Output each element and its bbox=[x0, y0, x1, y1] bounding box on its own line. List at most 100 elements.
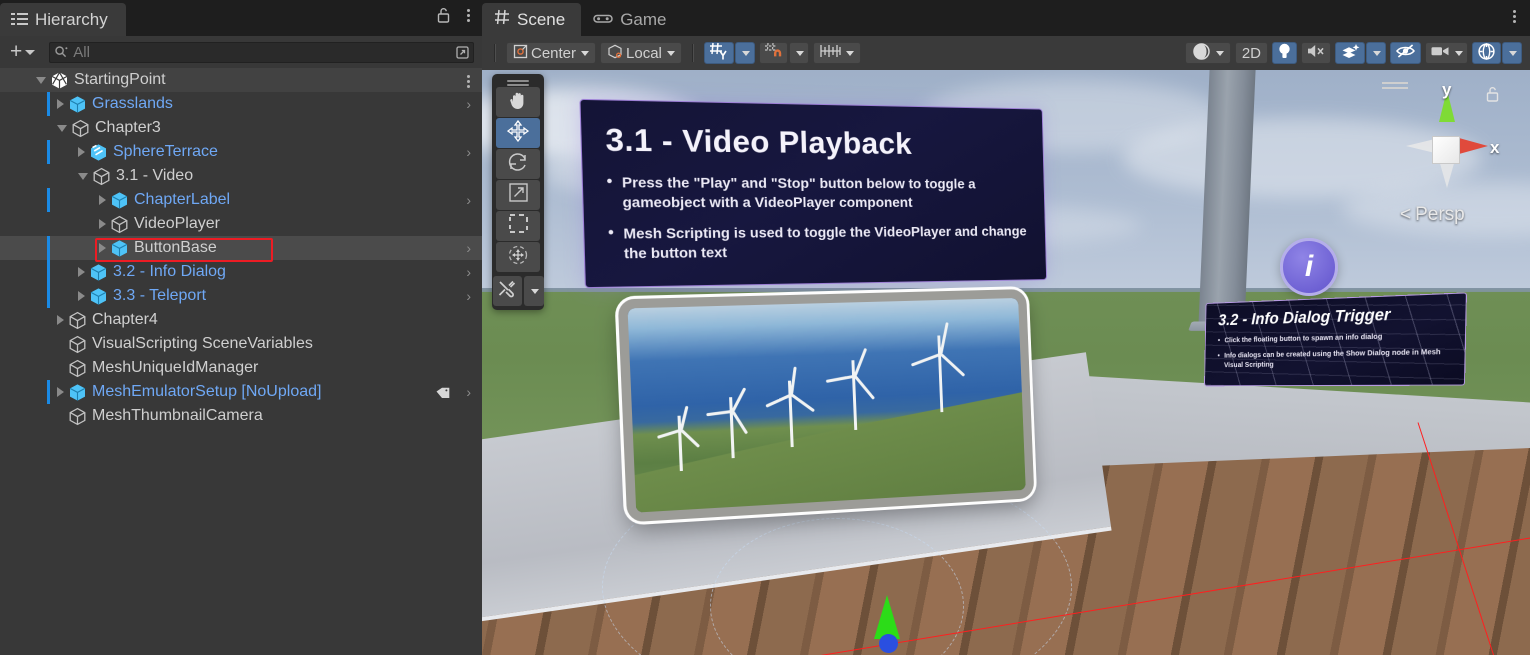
hierarchy-options-kebab-menu-icon[interactable] bbox=[463, 7, 474, 24]
chevron-right-icon[interactable] bbox=[99, 219, 106, 229]
open-prefab-chevron-right-icon[interactable]: › bbox=[466, 385, 471, 399]
hierarchy-depth-marker bbox=[47, 140, 50, 164]
increment-snapping-button[interactable] bbox=[759, 42, 788, 64]
hierarchy-row-grasslands[interactable]: Grasslands› bbox=[0, 92, 482, 116]
chevron-down-icon[interactable] bbox=[57, 125, 67, 132]
scene-orientation-gizmo[interactable]: y x < Persp bbox=[1376, 76, 1518, 226]
scene-gizmos-button[interactable] bbox=[1472, 42, 1501, 64]
hierarchy-row-3-2-info-dialog[interactable]: 3.2 - Info Dialog › bbox=[0, 260, 482, 284]
search-input[interactable]: All bbox=[49, 42, 474, 63]
open-prefab-chevron-right-icon[interactable]: › bbox=[466, 97, 471, 111]
gameobject-icon bbox=[68, 407, 87, 426]
scene-options-kebab-menu-icon[interactable] bbox=[1509, 8, 1520, 25]
unlocked-lock-icon[interactable] bbox=[436, 7, 451, 24]
scale-tool-button[interactable] bbox=[496, 180, 540, 210]
open-prefab-chevron-right-icon[interactable]: › bbox=[466, 145, 471, 159]
open-prefab-chevron-right-icon[interactable]: › bbox=[466, 289, 471, 303]
chevron-right-icon[interactable] bbox=[99, 243, 106, 253]
floating-info-button[interactable]: i bbox=[1280, 238, 1338, 296]
scene-tabbar: Scene Game bbox=[482, 0, 1530, 36]
chevron-right-icon[interactable] bbox=[57, 315, 64, 325]
hierarchy-row-meshthumbnailcamera[interactable]: MeshThumbnailCamera bbox=[0, 404, 482, 428]
drag-handle[interactable] bbox=[507, 80, 529, 82]
hierarchy-tabbar: Hierarchy bbox=[0, 0, 482, 36]
tab-scene[interactable]: Scene bbox=[482, 3, 581, 36]
hierarchy-row-videoplayer[interactable]: VideoPlayer bbox=[0, 212, 482, 236]
hierarchy-row-meshuniqueidmanager[interactable]: MeshUniqueIdManager bbox=[0, 356, 482, 380]
hierarchy-tree[interactable]: StartingPointGrasslands›Chapter3SphereTe… bbox=[0, 68, 482, 655]
move-tool-button[interactable] bbox=[496, 118, 540, 148]
handle-space-button[interactable]: Local bbox=[600, 42, 682, 64]
gizmo-center-cube[interactable] bbox=[1432, 136, 1460, 164]
grid-snapping-button[interactable] bbox=[704, 42, 734, 64]
chevron-down-icon[interactable] bbox=[36, 77, 46, 84]
scene-visibility-button[interactable] bbox=[1390, 42, 1421, 64]
shading-mode-button[interactable] bbox=[1185, 42, 1231, 64]
add-gameobject-button[interactable]: + bbox=[6, 42, 39, 62]
open-in-new-icon[interactable] bbox=[453, 44, 471, 61]
grid-size-button[interactable] bbox=[813, 42, 861, 64]
hierarchy-row-buttonbase[interactable]: ButtonBase› bbox=[0, 236, 482, 260]
info-panel-3-2-title: 3.2 - Info Dialog Trigger bbox=[1218, 303, 1455, 330]
chevron-right-icon[interactable] bbox=[57, 99, 64, 109]
grid-snapping-dropdown[interactable] bbox=[735, 42, 755, 64]
tab-game[interactable]: Game bbox=[581, 3, 682, 36]
chevron-right-icon[interactable] bbox=[78, 147, 85, 157]
transform-tool-button[interactable] bbox=[496, 242, 540, 272]
chevron-right-icon[interactable] bbox=[57, 387, 64, 397]
chevron-right-icon[interactable] bbox=[99, 195, 106, 205]
chevron-down-icon bbox=[581, 51, 589, 56]
rotate-tool-button[interactable] bbox=[496, 149, 540, 179]
hierarchy-depth-marker bbox=[47, 236, 50, 260]
scene-fx-button[interactable] bbox=[1335, 42, 1365, 64]
open-prefab-chevron-right-icon[interactable]: › bbox=[466, 193, 471, 207]
audio-muted-icon bbox=[1306, 43, 1326, 63]
tab-scene-label: Scene bbox=[517, 10, 565, 30]
custom-tools-button[interactable] bbox=[493, 276, 522, 306]
toggle-2d-button[interactable]: 2D bbox=[1235, 42, 1268, 64]
gizmo-z-axis-handle[interactable] bbox=[879, 634, 898, 653]
tab-hierarchy[interactable]: Hierarchy bbox=[0, 3, 126, 36]
scene-viewport[interactable]: 3.1 - Video Playback • Press the "Play" … bbox=[482, 70, 1530, 655]
move-tool-icon bbox=[507, 120, 529, 147]
hierarchy-row-chapter4[interactable]: Chapter4 bbox=[0, 308, 482, 332]
search-placeholder: All bbox=[73, 44, 90, 61]
chevron-right-icon[interactable] bbox=[78, 267, 85, 277]
gameobject-icon bbox=[68, 335, 87, 354]
chevron-down-icon[interactable] bbox=[78, 173, 88, 180]
hierarchy-row-visualscripting-scenevariables[interactable]: VisualScripting SceneVariables bbox=[0, 332, 482, 356]
list-item: • Press the "Play" and "Stop" button bel… bbox=[606, 174, 1030, 214]
scene-gizmos-dropdown[interactable] bbox=[1502, 42, 1522, 64]
bullet-dot: • bbox=[606, 174, 613, 214]
scene-lighting-button[interactable] bbox=[1272, 42, 1297, 64]
hierarchy-row-3-1-video[interactable]: 3.1 - Video bbox=[0, 164, 482, 188]
hierarchy-row-startingpoint[interactable]: StartingPoint bbox=[0, 68, 482, 92]
gizmo-projection-toggle[interactable]: < Persp bbox=[1400, 204, 1465, 226]
tab-game-label: Game bbox=[620, 10, 666, 30]
hierarchy-row-sphereterrace[interactable]: SphereTerrace› bbox=[0, 140, 482, 164]
move-gizmo[interactable] bbox=[862, 595, 902, 655]
gameobject-icon bbox=[68, 359, 87, 378]
hierarchy-row-3-3-teleport[interactable]: 3.3 - Teleport› bbox=[0, 284, 482, 308]
custom-tools-dropdown[interactable] bbox=[524, 276, 544, 306]
hierarchy-row-meshemulatorsetup-noupload[interactable]: MeshEmulatorSetup [NoUpload]› bbox=[0, 380, 482, 404]
hierarchy-row-chapterlabel[interactable]: ChapterLabel› bbox=[0, 188, 482, 212]
scene-audio-button[interactable] bbox=[1301, 42, 1331, 64]
increment-snapping-dropdown[interactable] bbox=[789, 42, 809, 64]
hand-tool-button[interactable] bbox=[496, 87, 540, 117]
chevron-right-icon[interactable] bbox=[78, 291, 85, 301]
scene-camera-button[interactable] bbox=[1425, 42, 1468, 64]
rect-tool-button[interactable] bbox=[496, 211, 540, 241]
hierarchy-row-label: 3.2 - Info Dialog bbox=[113, 263, 226, 281]
pivot-mode-button[interactable]: Center bbox=[506, 42, 596, 64]
scene-camera-group bbox=[1425, 42, 1468, 64]
open-prefab-chevron-right-icon[interactable]: › bbox=[466, 241, 471, 255]
gizmo-y-axis-arrow[interactable] bbox=[874, 595, 900, 639]
open-prefab-chevron-right-icon[interactable]: › bbox=[466, 265, 471, 279]
effects-icon bbox=[1340, 43, 1360, 64]
hierarchy-row-chapter3[interactable]: Chapter3 bbox=[0, 116, 482, 140]
prefab-cube-icon bbox=[89, 263, 108, 282]
tab-hierarchy-label: Hierarchy bbox=[35, 10, 108, 30]
scene-context-kebab-menu-icon[interactable] bbox=[463, 73, 474, 90]
scene-fx-dropdown[interactable] bbox=[1366, 42, 1386, 64]
